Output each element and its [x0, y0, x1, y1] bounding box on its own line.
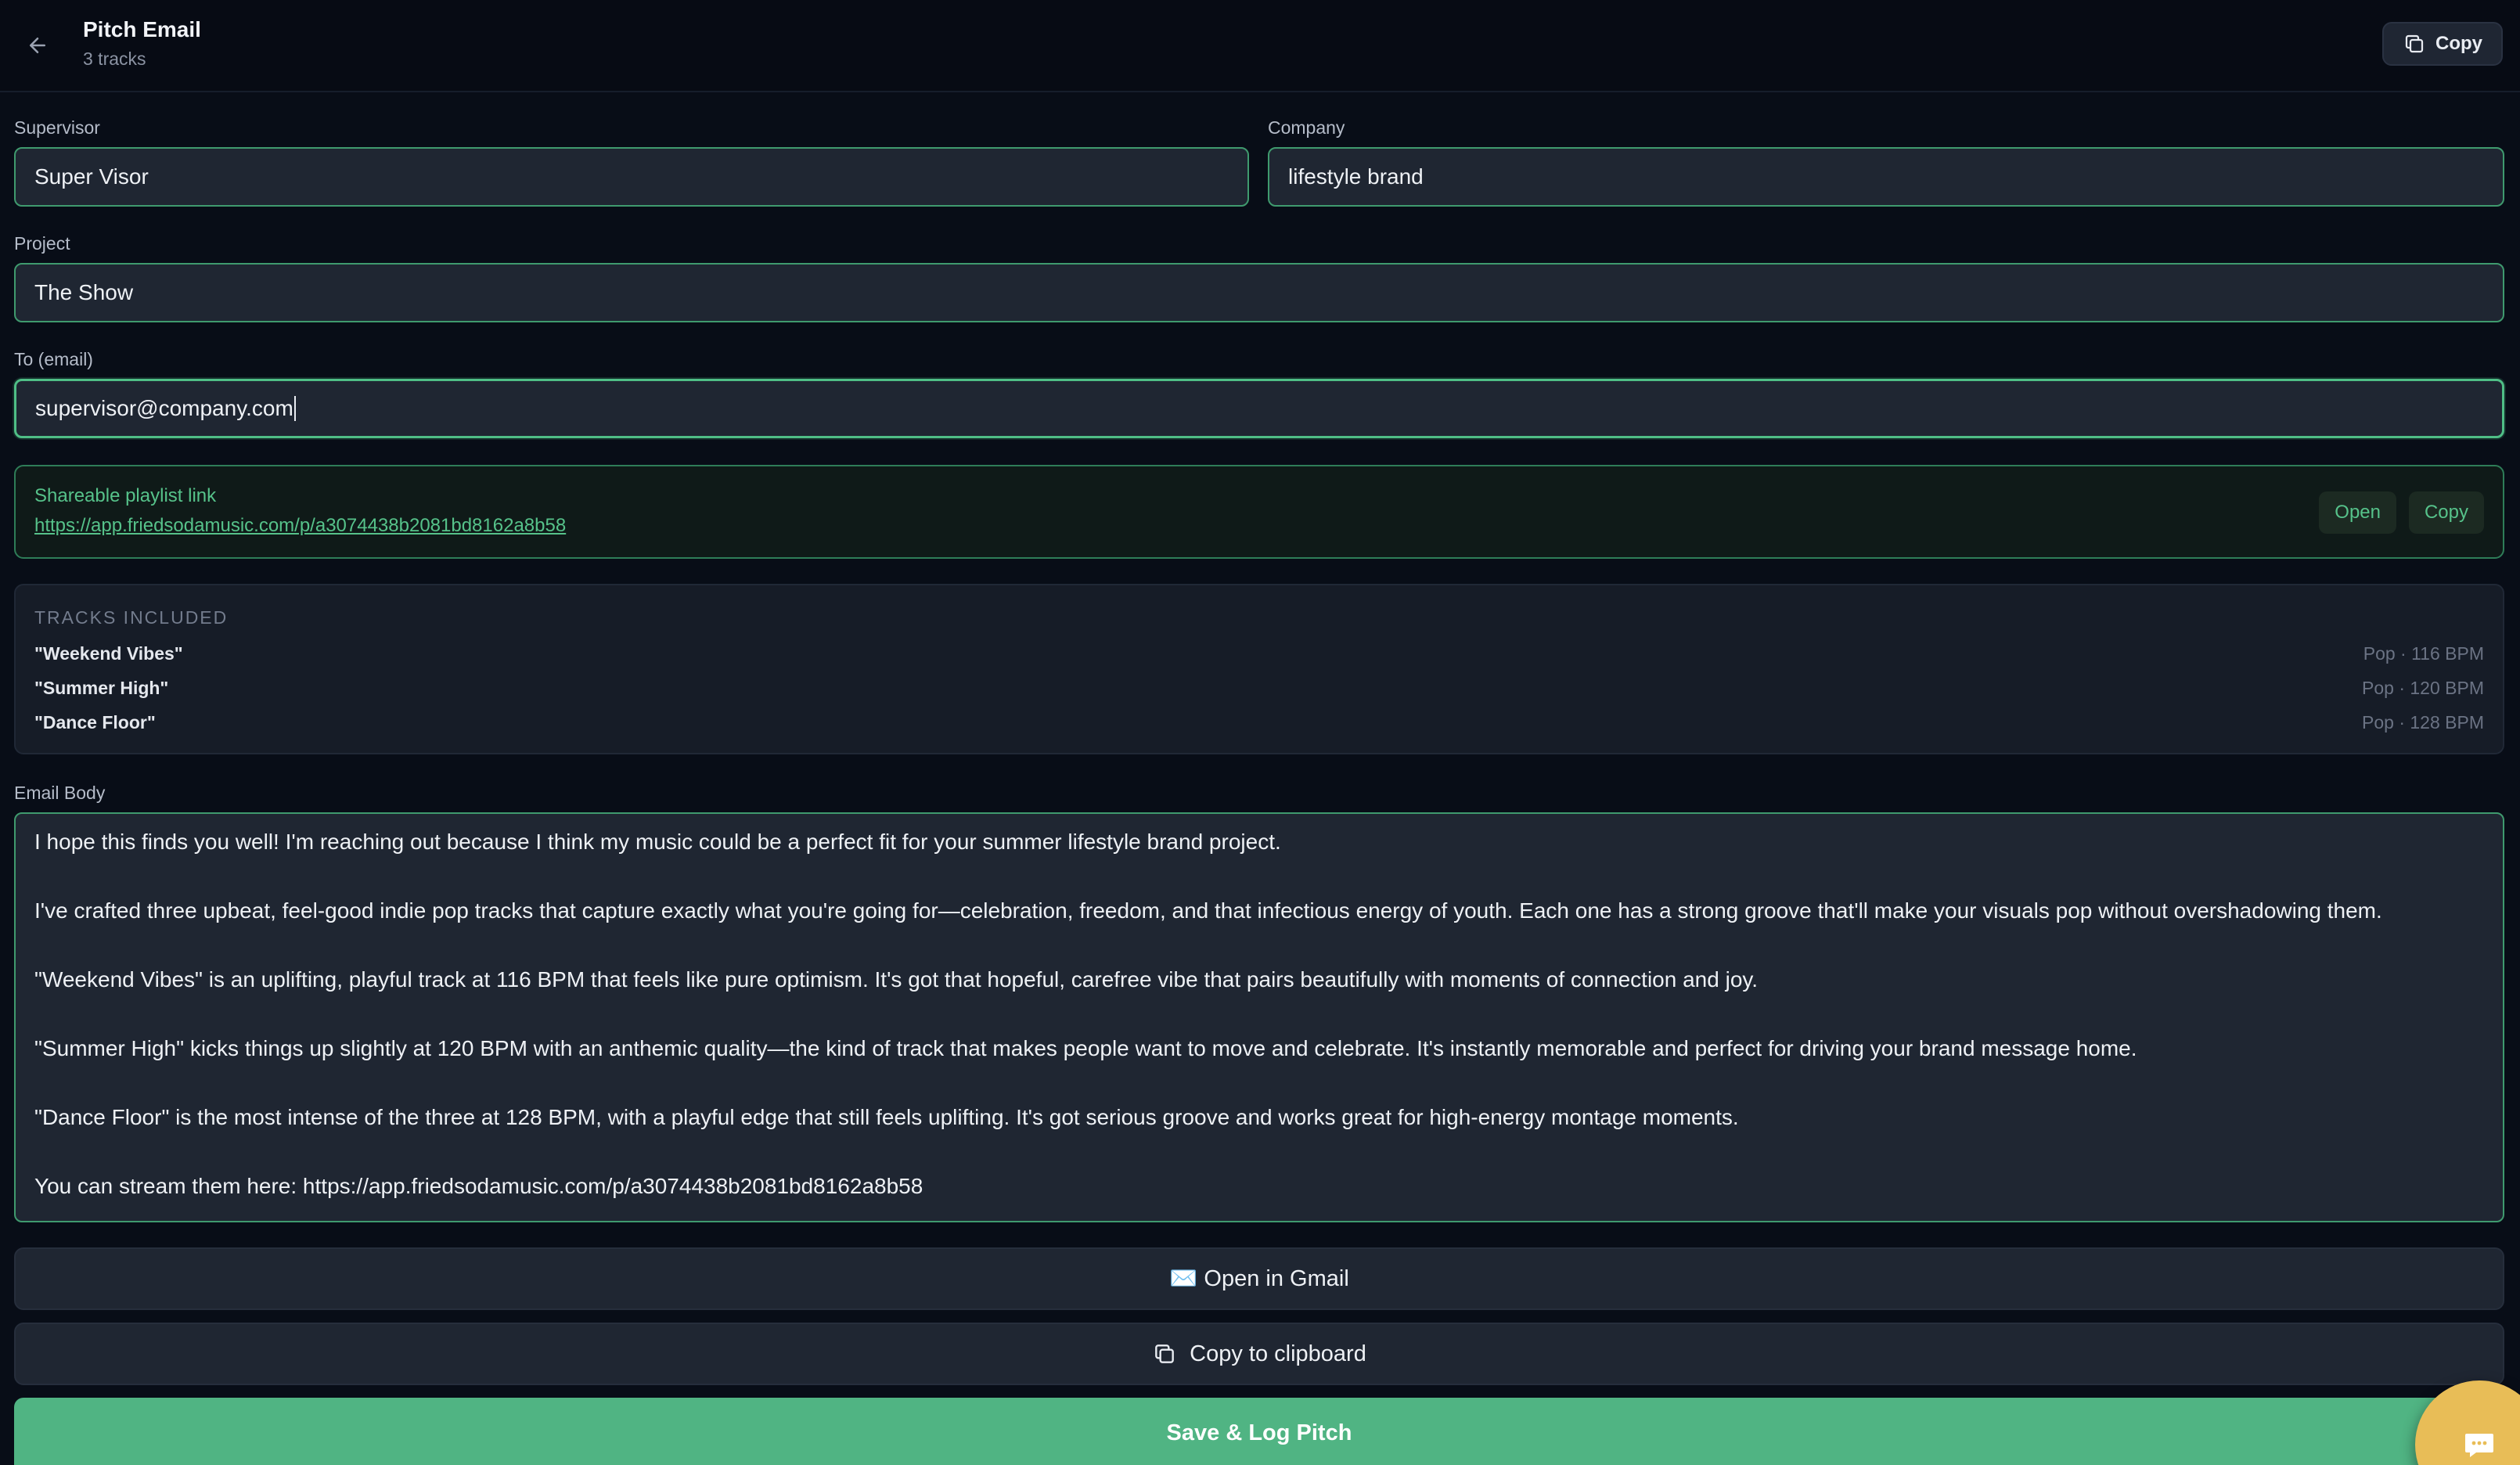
company-label: Company: [1268, 117, 1345, 138]
email-paragraph: "Weekend Vibes" is an uplifting, playful…: [34, 967, 1759, 992]
company-input[interactable]: lifestyle brand: [1268, 147, 2504, 207]
header-copy-button[interactable]: Copy: [2382, 22, 2503, 66]
supervisor-input[interactable]: Super Visor: [14, 147, 1249, 207]
page-title: Pitch Email: [83, 17, 201, 41]
save-and-log-pitch-button[interactable]: Save & Log Pitch: [14, 1398, 2504, 1465]
header-copy-label: Copy: [2435, 33, 2482, 54]
email-paragraph: You can stream them here: https://app.fr…: [34, 1174, 923, 1198]
to-email-label: To (email): [14, 349, 93, 369]
to-email-value: supervisor@company.com: [35, 396, 293, 420]
supervisor-label: Supervisor: [14, 117, 100, 138]
email-paragraph: "Dance Floor" is the most intense of the…: [34, 1105, 1739, 1129]
playlist-link-card: Shareable playlist link https://app.frie…: [14, 465, 2504, 559]
project-value: The Show: [34, 280, 134, 304]
track-name: "Weekend Vibes": [34, 643, 183, 664]
track-meta: Pop · 128 BPM: [2362, 712, 2484, 732]
tracks-included-card: TRACKS INCLUDED "Weekend Vibes" Pop · 11…: [14, 584, 2504, 754]
track-count: 3 tracks: [83, 49, 146, 69]
open-in-gmail-label: ✉️ Open in Gmail: [1169, 1266, 1349, 1291]
email-paragraph: I've crafted three upbeat, feel-good ind…: [34, 898, 2382, 923]
open-in-gmail-button[interactable]: ✉️ Open in Gmail: [14, 1247, 2504, 1310]
track-name: "Summer High": [34, 678, 169, 698]
copy-icon: [2405, 34, 2424, 53]
top-bar: Pitch Email 3 tracks Copy: [0, 0, 2520, 92]
playlist-link-url[interactable]: https://app.friedsodamusic.com/p/a307443…: [34, 515, 566, 537]
email-body-textarea[interactable]: I hope this finds you well! I'm reaching…: [14, 812, 2504, 1222]
track-meta: Pop · 120 BPM: [2362, 678, 2484, 698]
text-caret: [293, 396, 296, 421]
track-name: "Dance Floor": [34, 712, 156, 732]
copy-to-clipboard-button[interactable]: Copy to clipboard: [14, 1323, 2504, 1385]
copy-playlist-link-button[interactable]: Copy: [2408, 491, 2484, 534]
open-playlist-button[interactable]: Open: [2319, 491, 2396, 534]
chat-bubble-icon: [2465, 1434, 2493, 1457]
back-button[interactable]: [20, 28, 55, 63]
copy-to-clipboard-label: Copy to clipboard: [1190, 1341, 1366, 1366]
email-paragraph: "Summer High" kicks things up slightly a…: [34, 1036, 2137, 1060]
email-paragraph: I hope this finds you well! I'm reaching…: [34, 830, 1281, 854]
project-label: Project: [14, 233, 70, 254]
pitch-email-page: Pitch Email 3 tracks Copy Supervisor Sup…: [0, 0, 2520, 1465]
project-input[interactable]: The Show: [14, 263, 2504, 322]
track-meta: Pop · 116 BPM: [2363, 643, 2484, 664]
supervisor-value: Super Visor: [34, 164, 149, 189]
playlist-link-label: Shareable playlist link: [34, 485, 217, 506]
chat-support-button[interactable]: [2415, 1380, 2520, 1465]
copy-icon: [1155, 1344, 1175, 1363]
arrow-left-icon: [30, 38, 45, 53]
tracks-included-title: TRACKS INCLUDED: [34, 607, 229, 628]
company-value: lifestyle brand: [1288, 164, 1424, 189]
to-email-input[interactable]: supervisor@company.com: [14, 379, 2504, 438]
email-body-label: Email Body: [14, 783, 106, 803]
